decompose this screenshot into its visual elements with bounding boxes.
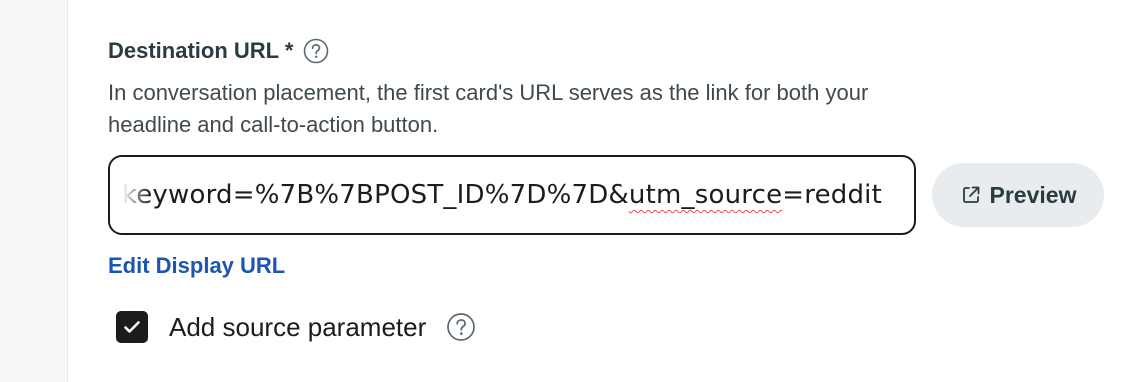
external-link-icon: [960, 184, 982, 206]
add-source-parameter-row: Add source parameter: [116, 310, 476, 344]
destination-url-value[interactable]: keyword=%7B%7BPOST_ID%7D%7D&utm_source=r…: [122, 157, 882, 233]
url-value-suffix: =reddit: [782, 180, 882, 210]
preview-button[interactable]: Preview: [932, 163, 1104, 227]
spellcheck-underlined-text: utm_source: [628, 180, 783, 210]
checkmark-icon: [124, 321, 140, 333]
edit-display-url-link[interactable]: Edit Display URL: [108, 253, 285, 279]
destination-url-input[interactable]: keyword=%7B%7BPOST_ID%7D%7D&utm_source=r…: [108, 155, 916, 235]
preview-label: Preview: [989, 181, 1077, 208]
destination-url-label-row: Destination URL *: [108, 36, 329, 66]
destination-url-description: In conversation placement, the first car…: [108, 80, 869, 137]
destination-url-section: Destination URL * In conversation placem…: [108, 0, 1118, 382]
destination-url-label: Destination URL *: [108, 38, 294, 63]
add-source-parameter-label: Add source parameter: [169, 311, 427, 342]
url-value-prefix: keyword=%7B%7BPOST_ID%7D%7D&: [121, 180, 629, 210]
question-circle-icon[interactable]: [446, 312, 476, 342]
left-sidebar-rail: [0, 0, 68, 382]
add-source-parameter-checkbox[interactable]: [116, 311, 148, 343]
question-circle-icon[interactable]: [303, 38, 329, 64]
